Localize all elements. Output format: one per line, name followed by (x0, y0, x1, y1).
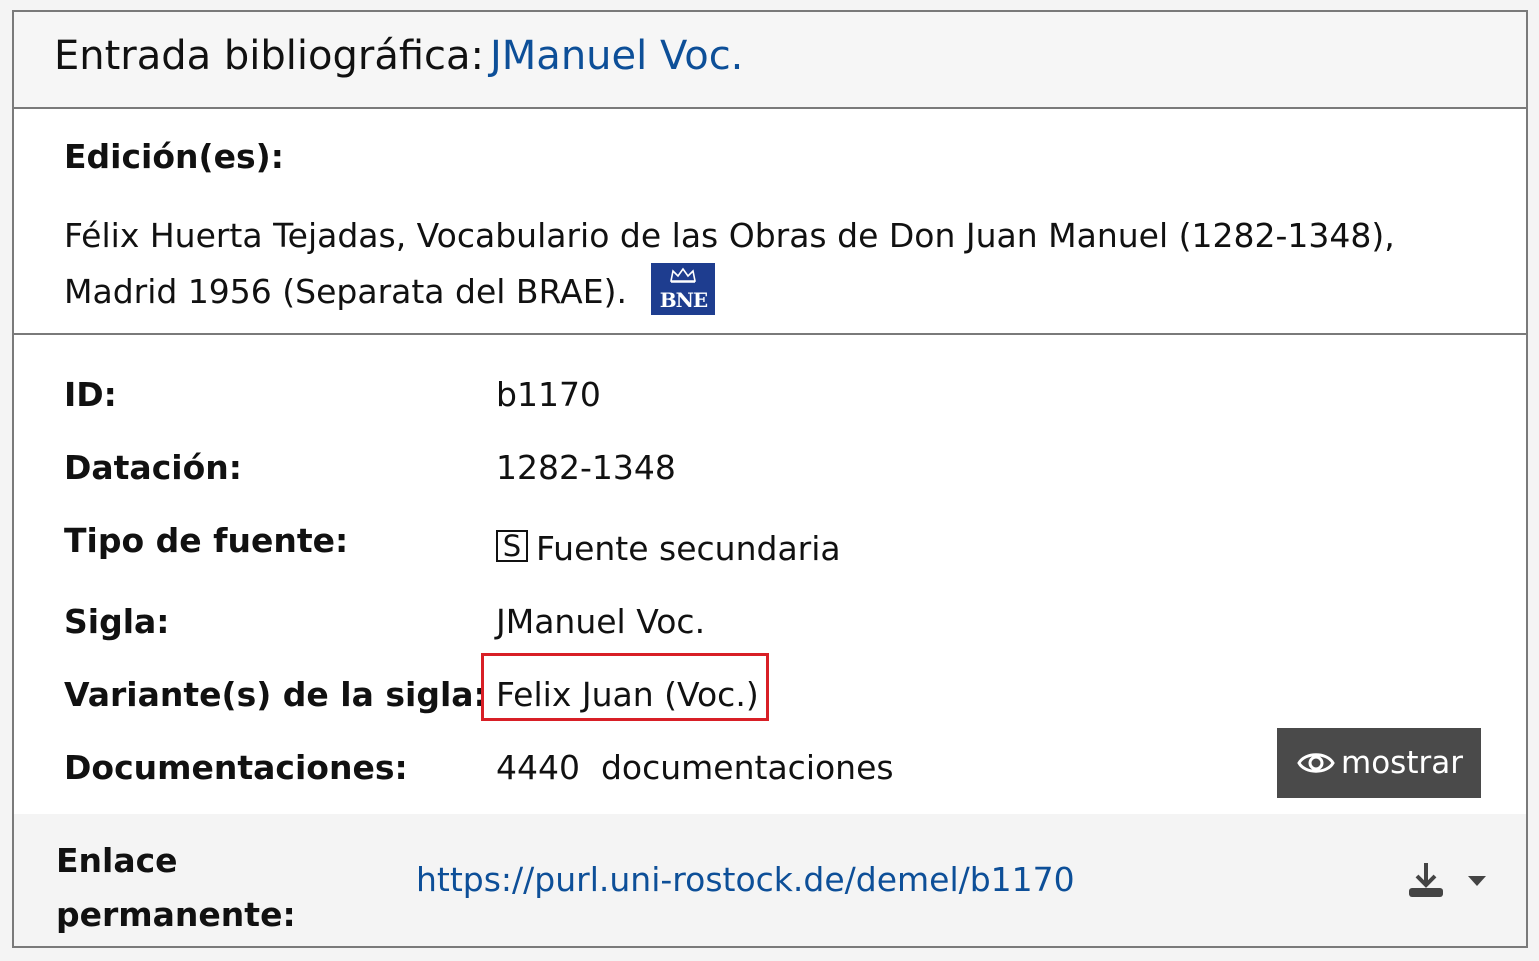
highlight-box (481, 653, 769, 721)
edition-description: Félix Huerta Tejadas, Vocabulario de las… (64, 209, 1464, 319)
chevron-down-icon (1468, 876, 1486, 886)
entry-label: Entrada bibliográfica: (54, 33, 484, 79)
eye-icon (1297, 753, 1335, 773)
edition-text: Félix Huerta Tejadas, Vocabulario de las… (64, 216, 1395, 311)
detail-label: Tipo de fuente: (64, 521, 349, 560)
edition-heading: Edición(es): (64, 137, 284, 176)
source-type-text: Fuente secundaria (536, 529, 841, 568)
secondary-source-badge: S (496, 530, 528, 562)
show-button-label: mostrar (1341, 745, 1463, 781)
bne-logo-link[interactable]: BNE (651, 263, 716, 315)
detail-row-source-type: Tipo de fuente: S Fuente secundaria (64, 516, 1486, 568)
permalink-label: Enlace permanente: (56, 841, 296, 934)
permalink-footer: Enlace permanente: https://purl.uni-rost… (14, 814, 1526, 946)
detail-row-id: ID: b1170 (64, 370, 1486, 420)
edition-section: Edición(es): Félix Huerta Tejadas, Vocab… (14, 109, 1526, 335)
card-header: Entrada bibliográfica: JManuel Voc. (14, 12, 1526, 109)
detail-value: b1170 (496, 375, 601, 414)
detail-label: ID: (64, 375, 117, 414)
detail-row-sigla-variants: Variante(s) de la sigla: Felix Juan (Voc… (64, 670, 1486, 720)
entry-title: JManuel Voc. (490, 33, 744, 79)
detail-label: Variante(s) de la sigla: (64, 675, 487, 714)
detail-value: 4440 documentaciones (496, 748, 894, 787)
permalink-link[interactable]: https://purl.uni-rostock.de/demel/b1170 (416, 857, 1075, 903)
show-button[interactable]: mostrar (1277, 728, 1481, 798)
detail-row-sigla: Sigla: JManuel Voc. (64, 597, 1486, 647)
detail-value: JManuel Voc. (496, 602, 706, 641)
bibliographic-entry-card: Entrada bibliográfica: JManuel Voc. Edic… (12, 10, 1528, 948)
download-icon (1409, 863, 1443, 897)
detail-label: Sigla: (64, 602, 170, 641)
detail-row-documentations: Documentaciones: 4440 documentaciones (64, 743, 1486, 793)
download-dropdown[interactable] (1406, 858, 1496, 902)
bne-logo-text: BNE (659, 288, 708, 312)
detail-row-dating: Datación: 1282-1348 (64, 443, 1486, 493)
crown-icon (670, 267, 697, 283)
detail-label: Documentaciones: (64, 748, 408, 787)
details-section: ID: b1170 Datación: 1282-1348 Tipo de fu… (14, 335, 1526, 817)
detail-label: Datación: (64, 448, 242, 487)
detail-value: S Fuente secundaria (496, 524, 841, 574)
detail-value: 1282-1348 (496, 448, 676, 487)
